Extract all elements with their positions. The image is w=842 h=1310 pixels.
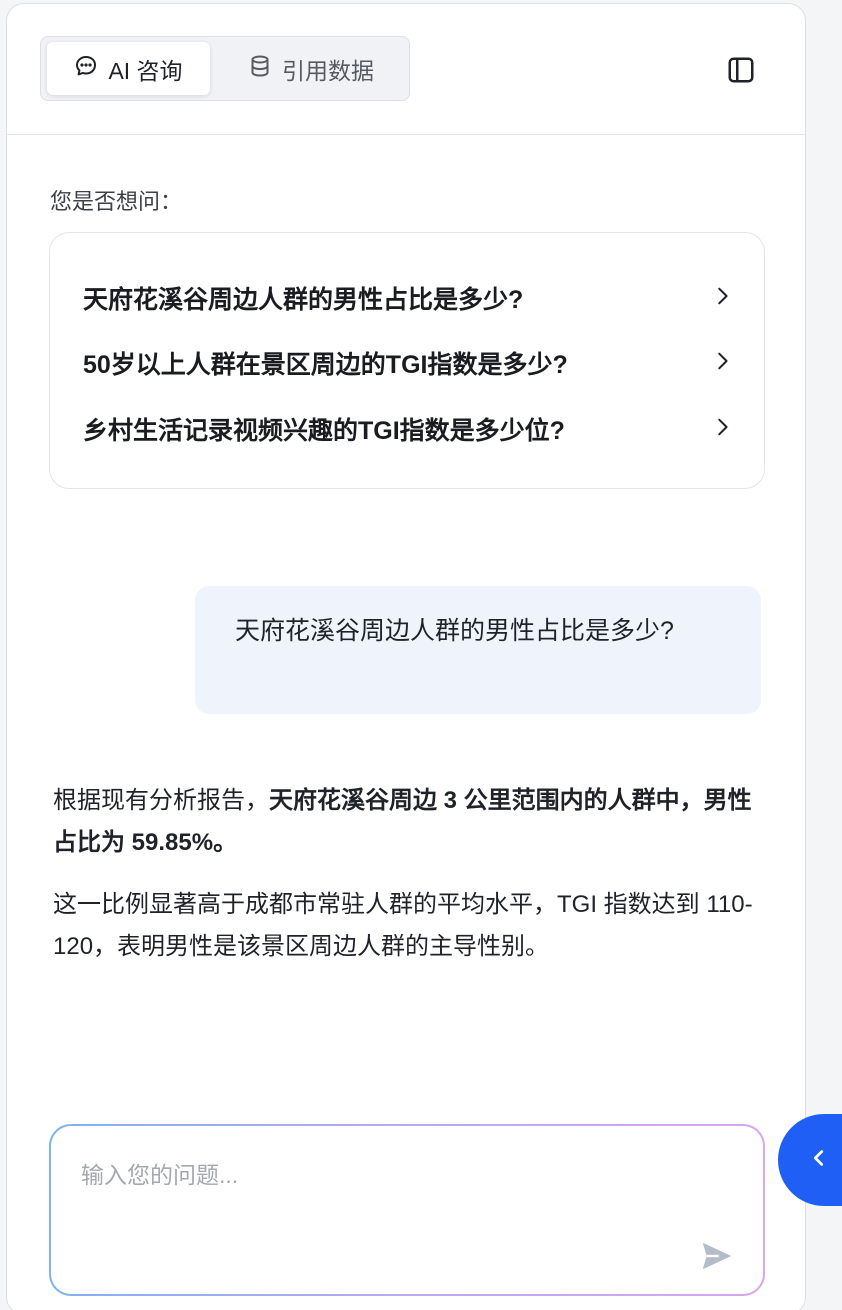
answer-paragraph: 根据现有分析报告，天府花溪谷周边 3 公里范围内的人群中，男性占比为 59.85… bbox=[53, 780, 765, 864]
suggestion-item[interactable]: 50岁以上人群在景区周边的TGI指数是多少? bbox=[83, 338, 733, 388]
chat-input[interactable] bbox=[81, 1156, 681, 1216]
sidebar-layout-icon bbox=[726, 55, 756, 90]
assistant-answer: 根据现有分析报告，天府花溪谷周边 3 公里范围内的人群中，男性占比为 59.85… bbox=[53, 780, 765, 968]
suggestion-label: 天府花溪谷周边人群的男性占比是多少? bbox=[83, 286, 524, 314]
chevron-right-icon bbox=[711, 350, 733, 377]
tab-ai-consult[interactable]: AI 咨询 bbox=[47, 42, 210, 95]
panel-header: AI 咨询 引用数据 bbox=[7, 4, 805, 135]
tab-switcher: AI 咨询 引用数据 bbox=[40, 36, 410, 101]
chevron-left-icon bbox=[808, 1147, 830, 1174]
chat-input-box bbox=[49, 1124, 765, 1296]
suggestion-item[interactable]: 乡村生活记录视频兴趣的TGI指数是多少位? bbox=[83, 404, 733, 454]
chevron-right-icon bbox=[711, 416, 733, 443]
suggestion-label: 50岁以上人群在景区周边的TGI指数是多少? bbox=[83, 351, 568, 379]
suggestions-list: 天府花溪谷周边人群的男性占比是多少? 50岁以上人群在景区周边的TGI指数是多少… bbox=[49, 232, 765, 489]
tab-reference-data[interactable]: 引用数据 bbox=[231, 42, 391, 95]
ai-chat-panel: AI 咨询 引用数据 您是否想问： 天府花溪谷周边人群的男性占比是多少? 50岁… bbox=[6, 3, 806, 1310]
chat-input-inner bbox=[51, 1126, 763, 1294]
tab-ai-consult-label: AI 咨询 bbox=[108, 57, 183, 84]
tab-reference-data-label: 引用数据 bbox=[282, 57, 374, 84]
user-message-bubble: 天府花溪谷周边人群的男性占比是多少? bbox=[195, 586, 761, 714]
send-icon bbox=[699, 1242, 735, 1278]
answer-intro: 根据现有分析报告， bbox=[53, 787, 269, 814]
send-button[interactable] bbox=[699, 1238, 739, 1278]
suggestion-label: 乡村生活记录视频兴趣的TGI指数是多少位? bbox=[83, 417, 565, 445]
suggestions-title: 您是否想问： bbox=[50, 189, 183, 214]
chevron-right-icon bbox=[711, 285, 733, 312]
chat-bubble-icon bbox=[74, 54, 98, 84]
answer-paragraph-detail: 这一比例显著高于成都市常驻人群的平均水平，TGI 指数达到 110-120，表明… bbox=[53, 891, 753, 960]
sidebar-toggle-button[interactable] bbox=[721, 52, 761, 92]
suggestion-item[interactable]: 天府花溪谷周边人群的男性占比是多少? bbox=[83, 273, 733, 323]
database-icon bbox=[248, 54, 272, 84]
